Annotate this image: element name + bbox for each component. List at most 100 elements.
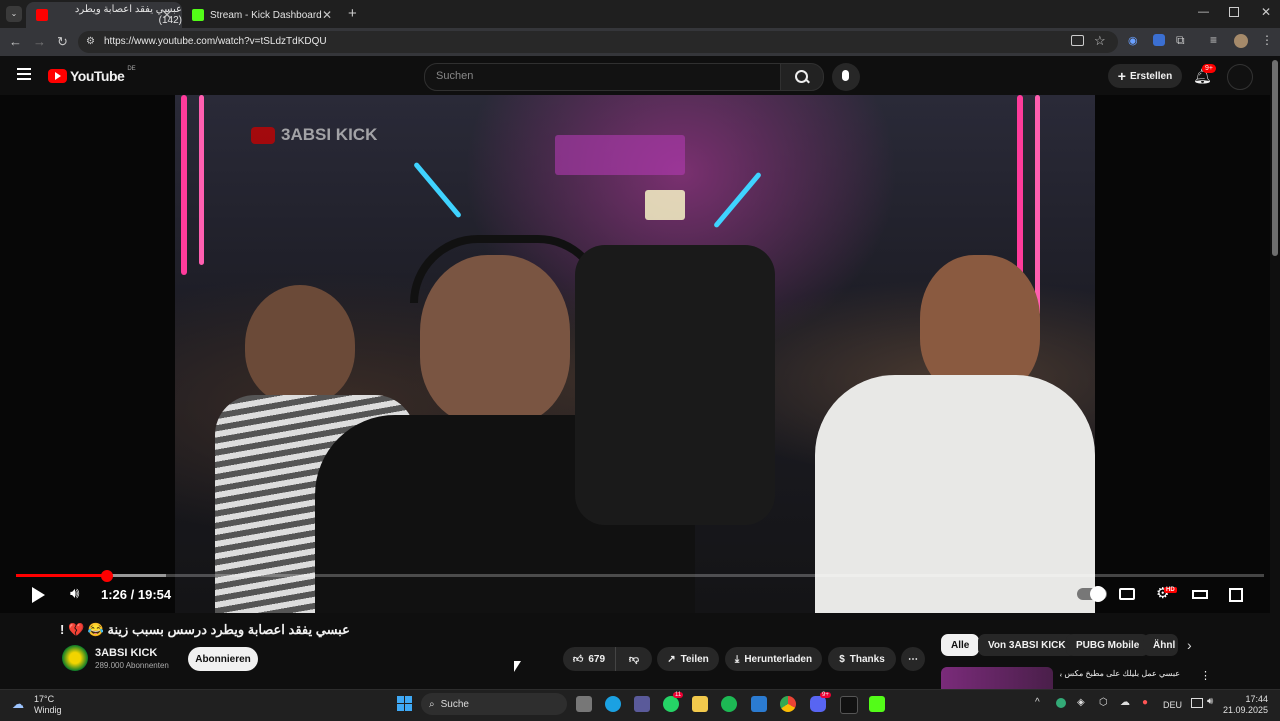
suggested-video-menu-icon[interactable]: ⋮ <box>1200 669 1211 682</box>
install-app-icon[interactable] <box>1071 35 1084 46</box>
dislike-button[interactable]: 👎︎ <box>615 647 652 671</box>
mouse-cursor-icon <box>514 661 521 672</box>
voice-search-button[interactable] <box>832 63 860 91</box>
weather-description: Windig <box>34 705 62 715</box>
app-icon[interactable] <box>751 696 767 712</box>
store-icon[interactable] <box>634 696 650 712</box>
download-button[interactable]: ⤓ Herunterladen <box>725 647 822 671</box>
extension-shield-icon[interactable] <box>1153 34 1165 46</box>
close-window-icon[interactable]: ✕ <box>1261 5 1271 19</box>
terminal-icon[interactable] <box>840 696 858 714</box>
edge-icon[interactable] <box>605 696 621 712</box>
discord-badge: 9+ <box>820 692 831 698</box>
thanks-button[interactable]: $ Thanks <box>828 647 896 671</box>
clock-date[interactable]: 21.09.2025 <box>1222 705 1268 715</box>
close-tab-icon[interactable]: ✕ <box>162 8 172 22</box>
search-button[interactable] <box>780 63 824 91</box>
youtube-watermark-icon <box>251 126 275 144</box>
youtube-play-logo-icon <box>48 69 67 83</box>
notifications-button[interactable]: 🔔︎ 9+ <box>1193 64 1216 86</box>
spotify-icon[interactable] <box>721 696 737 712</box>
new-tab-icon[interactable]: + <box>348 5 357 22</box>
network-icon[interactable] <box>1191 698 1203 708</box>
tray-icon-3[interactable]: ⬡ <box>1099 697 1108 708</box>
kick-app-icon[interactable] <box>869 696 885 712</box>
channel-avatar[interactable] <box>62 645 88 671</box>
video-title: عبسي يفقد اعصابة ويطرد درسس بسبب زينة 😂 … <box>60 622 350 637</box>
keyboard-language[interactable]: DEU <box>1163 700 1182 710</box>
account-avatar[interactable] <box>1227 64 1253 90</box>
video-frame[interactable]: 3ABSI KICK <box>175 95 1095 613</box>
chips-next-icon[interactable]: › <box>1187 637 1192 653</box>
subscribe-button[interactable]: Abonnieren <box>188 647 258 671</box>
taskbar-search[interactable]: ⌕ Suche <box>421 693 567 715</box>
suggested-video-title[interactable]: عبسي عمل بليلك على مطبخ مكس بسبب <box>1060 669 1180 678</box>
microphone-tray-icon[interactable]: ● <box>1142 697 1148 708</box>
tab-search-button[interactable]: ⌄ <box>6 6 22 22</box>
progress-played <box>16 574 107 577</box>
browser-menu-icon[interactable]: ⋮ <box>1261 33 1273 47</box>
file-explorer-icon[interactable] <box>692 696 708 712</box>
extensions-puzzle-icon[interactable]: ⧉ <box>1176 33 1185 48</box>
search-input[interactable]: Suchen <box>424 63 782 91</box>
tab-kick[interactable]: Stream - Kick Dashboard ✕ <box>182 2 342 28</box>
site-info-icon[interactable]: ⚙ <box>86 36 95 47</box>
profile-avatar[interactable] <box>1234 34 1248 48</box>
thumbs-up-icon: 👍︎ <box>572 654 584 665</box>
tray-icon-4[interactable]: ☁ <box>1120 697 1130 708</box>
page-scrollbar[interactable] <box>1272 60 1278 256</box>
clock-time[interactable]: 17:44 <box>1232 694 1268 704</box>
reading-list-icon[interactable]: ≡ <box>1210 33 1217 47</box>
chip-similar[interactable]: Ähnl <box>1143 634 1178 656</box>
back-icon[interactable]: ← <box>9 34 22 49</box>
tab-youtube[interactable]: عبسي يفقد اعصابة ويطرد (142) ✕ <box>26 2 182 28</box>
tray-chevron-icon[interactable]: ^ <box>1035 697 1040 708</box>
time-display: 1:26 / 19:54 <box>101 587 172 602</box>
reload-icon[interactable]: ↻ <box>57 34 68 50</box>
progress-scrubber-handle[interactable] <box>101 570 113 582</box>
youtube-favicon-icon <box>36 9 48 21</box>
close-tab-icon[interactable]: ✕ <box>322 8 332 22</box>
chip-pubg-mobile[interactable]: PUBG Mobile <box>1066 634 1150 656</box>
thumbs-down-icon: 👎︎ <box>628 654 640 665</box>
plus-icon: + <box>1117 68 1126 84</box>
forward-icon[interactable]: → <box>33 34 46 49</box>
channel-name[interactable]: 3ABSI KICK <box>95 647 157 659</box>
microphone-icon <box>842 70 849 81</box>
start-windows-icon[interactable] <box>397 696 412 711</box>
whatsapp-icon[interactable] <box>663 696 679 712</box>
speaker-icon[interactable]: 🔊︎ <box>1207 696 1213 707</box>
share-icon: ↗ <box>667 653 676 665</box>
region-code: DE <box>127 66 136 72</box>
volume-icon[interactable]: 🔊︎ <box>70 585 79 602</box>
chip-from-channel[interactable]: Von 3ABSI KICK <box>978 634 1076 656</box>
autoplay-play-icon <box>1090 586 1106 602</box>
hamburger-menu-icon[interactable] <box>17 68 31 80</box>
fullscreen-icon[interactable] <box>1229 588 1243 602</box>
tray-icon-1[interactable] <box>1056 698 1066 708</box>
bookmark-star-icon[interactable]: ☆ <box>1094 33 1106 49</box>
autoplay-toggle[interactable] <box>1077 586 1107 602</box>
chrome-icon[interactable] <box>780 696 796 712</box>
weather-icon[interactable]: ☁ <box>12 697 24 711</box>
restore-icon[interactable] <box>1229 7 1239 17</box>
subscriber-count: 289.000 Abonnenten <box>95 661 169 670</box>
whatsapp-badge: 11 <box>673 692 684 698</box>
progress-bar[interactable] <box>16 574 1264 577</box>
create-button[interactable]: + Erstellen <box>1108 64 1182 88</box>
theater-mode-icon[interactable] <box>1192 590 1208 599</box>
tray-icon-2[interactable]: ◈ <box>1077 697 1085 708</box>
chip-all[interactable]: Alle <box>941 634 980 656</box>
suggested-video-thumbnail[interactable] <box>941 667 1053 689</box>
play-button[interactable] <box>32 587 45 603</box>
youtube-logo[interactable]: YouTube DE <box>48 66 136 84</box>
share-button[interactable]: ↗ Teilen <box>657 647 719 671</box>
more-actions-button[interactable]: ⋯ <box>901 647 925 671</box>
like-button[interactable]: 👍︎ 679 <box>563 647 615 671</box>
minimize-icon[interactable]: — <box>1198 6 1209 18</box>
task-view-icon[interactable] <box>576 696 592 712</box>
discord-icon[interactable] <box>810 696 826 712</box>
subtitles-icon[interactable] <box>1119 588 1135 600</box>
watermark-text: 3ABSI KICK <box>281 125 378 144</box>
extension-icon[interactable]: ◉ <box>1128 34 1138 47</box>
